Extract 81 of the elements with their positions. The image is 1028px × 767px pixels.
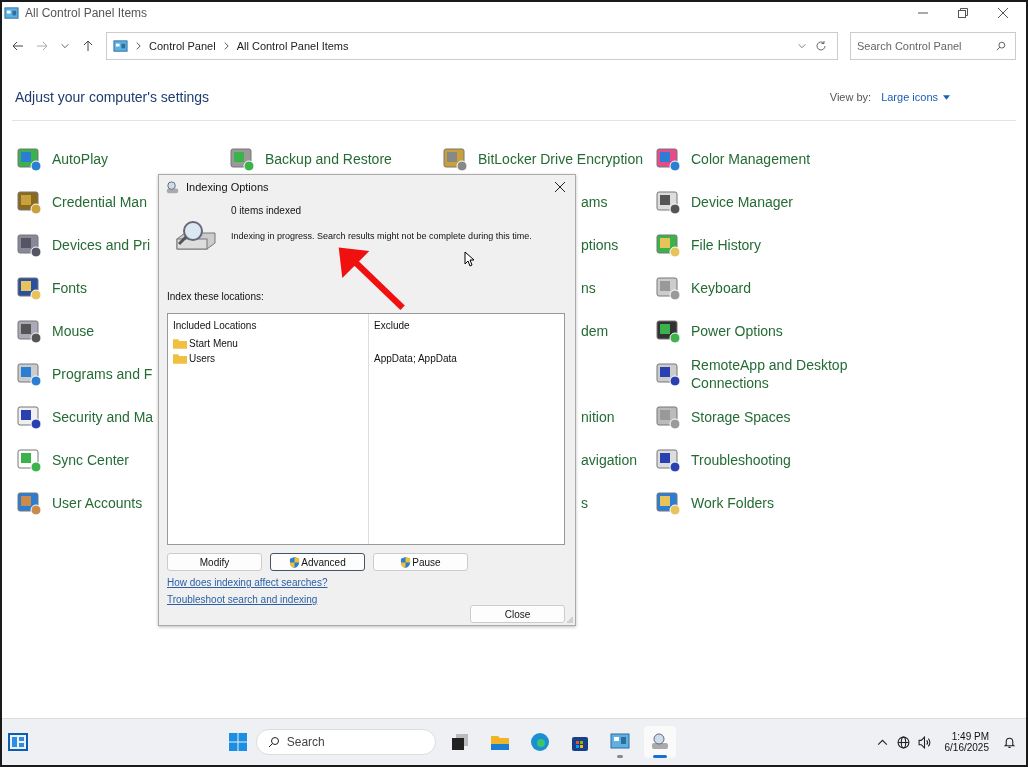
excluded-folders: AppData; AppData (374, 353, 457, 364)
back-arrow-icon[interactable] (12, 40, 24, 52)
folder-icon (173, 353, 187, 364)
applet-link[interactable]: File History (691, 235, 851, 254)
locations-label: Index these locations: (167, 291, 265, 302)
breadcrumb[interactable]: Control Panel (149, 40, 216, 52)
column-header[interactable]: Exclude (374, 320, 559, 331)
globe-icon[interactable] (896, 735, 910, 749)
browser-icon (529, 732, 550, 752)
view-by-dropdown[interactable]: Large icons (881, 91, 950, 103)
applet-link[interactable]: Work Folders (691, 493, 851, 512)
applet-link[interactable]: Sync Center (52, 451, 130, 468)
applet-link[interactable]: Programs and F (52, 365, 153, 382)
close-icon[interactable] (998, 8, 1008, 18)
bell-icon[interactable] (1003, 735, 1016, 749)
widgets-icon[interactable] (8, 732, 28, 752)
indexing-status: Indexing in progress. Search results might not be complete during this time. (231, 231, 532, 241)
applet-link[interactable]: User Accounts (52, 494, 143, 511)
resize-grip-icon[interactable] (567, 617, 573, 623)
applet-link[interactable]: RemoteApp and Desktop Connections (691, 355, 851, 392)
applet-link[interactable]: nition (581, 408, 615, 425)
taskbar-search-field[interactable]: Search (255, 729, 436, 755)
chevron-right-icon (223, 42, 229, 50)
dialog-button[interactable]: Modify (167, 553, 262, 571)
location-name[interactable]: Users (189, 353, 216, 364)
close-icon[interactable] (555, 182, 565, 192)
applet-link[interactable]: Security and Ma (52, 408, 154, 425)
view-by-label: View by: (829, 91, 872, 103)
applet-link[interactable]: Mouse (52, 322, 95, 339)
search-icon (267, 736, 280, 748)
breadcrumb[interactable]: All Control Panel Items (236, 40, 349, 52)
window-title: All Control Panel Items (25, 6, 148, 20)
chevron-down-icon[interactable] (60, 41, 70, 51)
applet-link[interactable]: BitLocker Drive Encryption (478, 150, 643, 167)
applet-link[interactable]: Backup and Restore (265, 150, 392, 167)
applet-link[interactable]: Device Manager (691, 192, 851, 211)
dropdown-arrow-icon (943, 94, 950, 100)
search-icon (996, 41, 1006, 51)
search-field[interactable]: Search Control Panel (850, 32, 1016, 60)
applet-link[interactable]: ams (581, 193, 608, 210)
mouse-pointer-icon (464, 251, 474, 267)
applet-link[interactable]: Storage Spaces (691, 407, 851, 426)
shield-icon (289, 556, 301, 568)
applet-link[interactable]: Credential Man (52, 193, 147, 210)
column-header[interactable]: Included Locations (173, 320, 363, 331)
folder-icon (173, 338, 187, 349)
close-button[interactable]: Close (470, 605, 565, 623)
dialog-button[interactable]: Pause (373, 553, 468, 571)
address-bar[interactable]: Control Panel All Control Panel Items (106, 32, 838, 60)
location-name[interactable]: Start Menu (189, 338, 238, 349)
applet-link[interactable]: ptions (581, 236, 619, 253)
applet-link[interactable]: avigation (581, 451, 638, 468)
help-link[interactable]: Troubleshoot search and indexing (167, 594, 318, 605)
task-view-icon (449, 732, 470, 752)
dialog-button[interactable]: Advanced (270, 553, 365, 571)
applet-link[interactable]: Keyboard (691, 278, 851, 297)
dialog-title: Indexing Options (186, 181, 269, 193)
applet-link[interactable]: AutoPlay (52, 150, 109, 167)
applet-link[interactable]: ns (581, 279, 596, 296)
control-panel-icon (4, 5, 19, 21)
chevron-right-icon (136, 42, 141, 50)
page-heading: Adjust your computer's settings (15, 89, 210, 105)
up-arrow-icon[interactable] (82, 40, 94, 52)
applet-link[interactable]: Troubleshooting (691, 450, 851, 469)
applet-link[interactable]: Power Options (691, 321, 851, 340)
refresh-icon[interactable] (815, 40, 827, 52)
shield-icon (400, 556, 412, 568)
clock-date[interactable]: 6/16/2025 (944, 742, 989, 753)
applet-link[interactable]: Color Management (691, 149, 851, 168)
restore-icon[interactable] (958, 8, 968, 18)
control-panel-icon (609, 732, 630, 752)
windows-logo-icon[interactable] (227, 732, 248, 752)
indexed-count: 0 items indexed (231, 205, 303, 216)
applet-link[interactable]: Fonts (52, 279, 87, 296)
control-panel-icon (113, 38, 128, 54)
clock-time[interactable]: 1:49 PM (951, 731, 989, 742)
speaker-icon[interactable] (917, 735, 931, 749)
applet-link[interactable]: Devices and Pri (52, 236, 151, 253)
applet-link[interactable]: s (581, 494, 588, 511)
applet-link[interactable]: dem (581, 322, 609, 339)
help-link[interactable]: How does indexing affect searches? (167, 577, 328, 588)
